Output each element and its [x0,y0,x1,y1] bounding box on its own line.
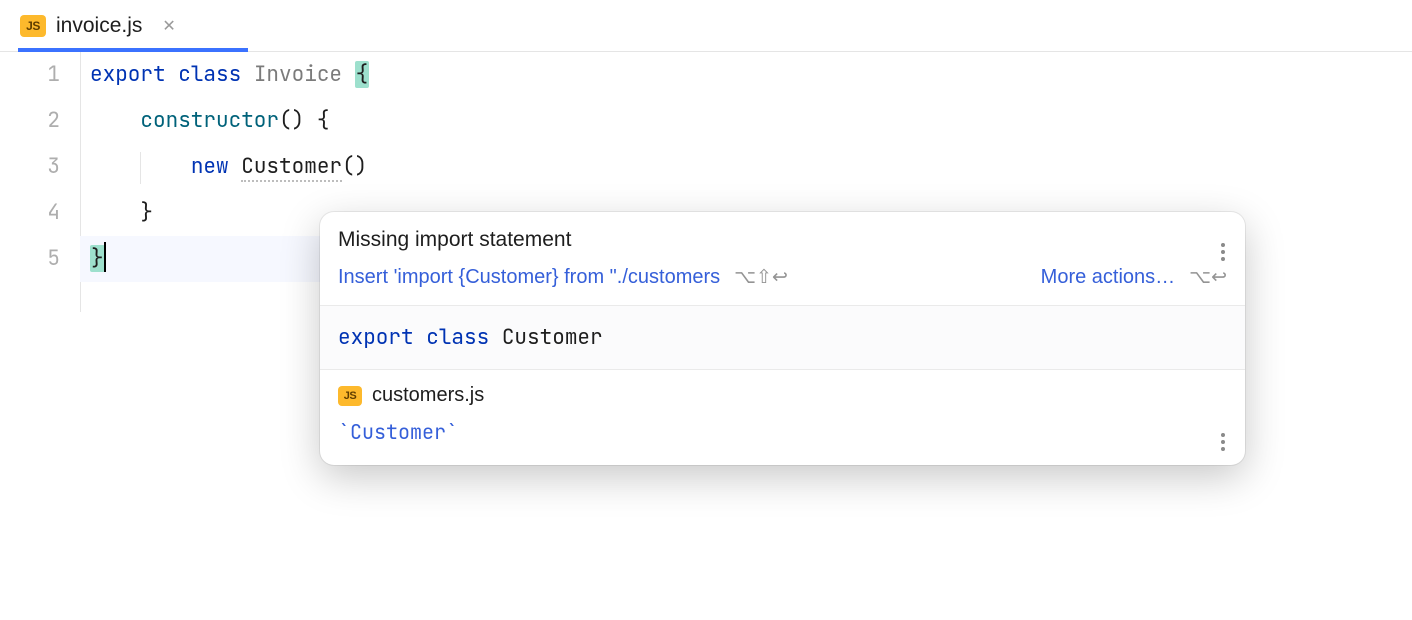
gutter-line-number: 2 [0,98,60,144]
tab-close-icon[interactable]: ✕ [158,12,179,40]
code-line[interactable]: new Customer() [80,144,369,190]
more-vertical-icon [1221,243,1225,261]
indent-guide-icon [140,152,141,184]
intention-popup: Missing import statement Insert 'import … [320,212,1245,465]
tab-bar: JS invoice.js ✕ [0,0,1412,52]
tab-invoice-js[interactable]: JS invoice.js ✕ [18,0,186,51]
intention-insert-import[interactable]: Insert 'import {Customer} from "./custom… [338,266,720,289]
reference-text: `Customer` [338,419,458,445]
shortcut-label: ⌥⇧↩ [734,266,788,289]
gutter-line-number: 3 [0,144,60,190]
gutter: 1 2 3 4 5 [0,52,80,282]
gutter-line-number: 5 [0,236,60,282]
matched-brace: { [355,61,370,88]
caret-icon [104,242,106,272]
token-paren: () [342,153,367,180]
gutter-line-number: 1 [0,52,60,98]
more-vertical-icon [1221,433,1225,451]
tab-filename: invoice.js [56,14,142,38]
file-name: customers.js [372,384,484,407]
token-keyword: export [90,61,166,88]
token-method: constructor [140,107,279,134]
intention-menu-button[interactable] [1211,411,1235,457]
matched-brace: } [90,245,105,272]
token-keyword: export [338,324,414,351]
token-class-name: Customer [502,324,603,351]
intention-preview-code: export class Customer [320,306,1245,369]
token-keyword: class [178,61,241,88]
token-paren: () [279,107,304,134]
code-line[interactable]: constructor() { [80,98,369,144]
indent [90,107,140,134]
token-keyword: new [191,153,229,180]
token-identifier-warning[interactable]: Customer [241,153,342,182]
js-file-icon: JS [20,15,46,37]
intention-reference[interactable]: `Customer` [320,411,1245,465]
token-brace: { [317,107,330,134]
intention-menu-button[interactable] [1211,224,1235,267]
token-keyword: class [426,324,489,351]
gutter-line-number: 4 [0,190,60,236]
intention-header: Missing import statement [320,212,1245,262]
intention-source-file[interactable]: JS customers.js [320,370,1245,411]
token-brace: } [140,199,153,226]
shortcut-label: ⌥↩ [1189,266,1227,289]
js-file-icon: JS [338,386,362,406]
intention-title: Missing import statement [338,228,1221,252]
intention-more-actions[interactable]: More actions… [1041,266,1176,289]
token-class-name: Invoice [254,61,342,88]
indent [90,199,140,226]
intention-actions-row: Insert 'import {Customer} from "./custom… [320,262,1245,305]
code-line[interactable]: export class Invoice { [80,52,369,98]
